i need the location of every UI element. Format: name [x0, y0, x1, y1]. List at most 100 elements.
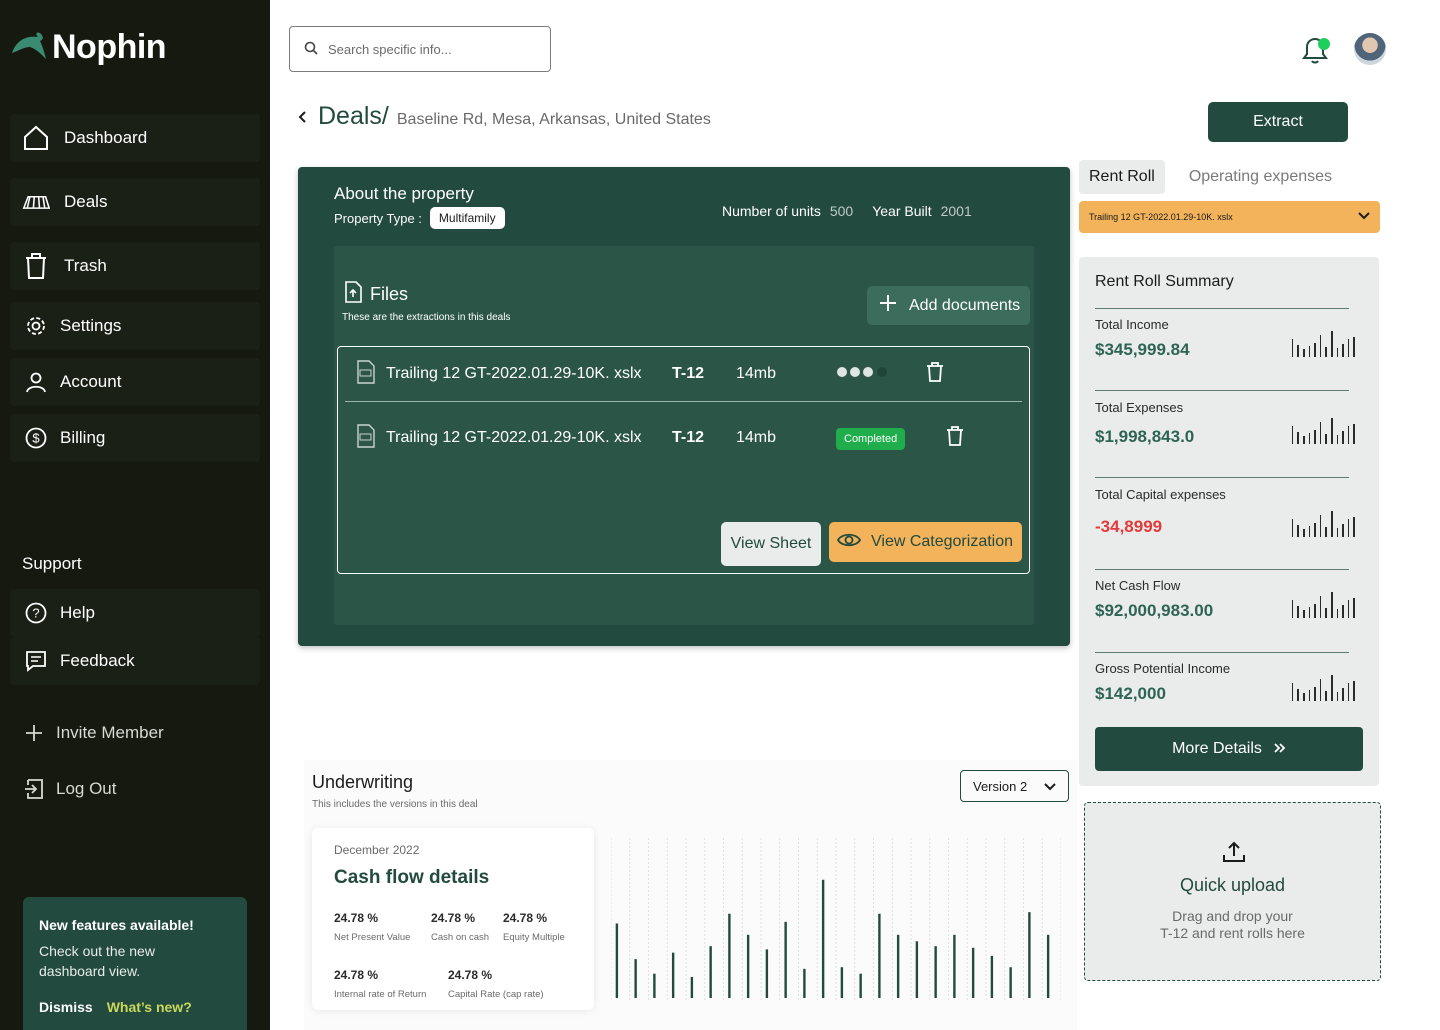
whats-new-link[interactable]: What’s new? [107, 999, 192, 1015]
metric-label: Internal rate of Return [334, 989, 427, 1000]
view-sheet-button[interactable]: View Sheet [721, 522, 821, 566]
property-card: About the property Property Type : Multi… [298, 167, 1070, 646]
sidebar-item-feedback[interactable]: Feedback [10, 637, 260, 685]
chart-bar [728, 913, 731, 998]
plus-icon [879, 294, 897, 317]
avatar[interactable] [1354, 33, 1386, 65]
sidebar-item-trash[interactable]: Trash [10, 242, 260, 290]
status-badge: Completed [836, 428, 906, 450]
sparkline-bar [1342, 688, 1344, 701]
summary-item-total-expenses: Total Expenses $1,998,843.0 [1095, 400, 1355, 447]
metric-label: Net Present Value [334, 932, 411, 943]
help-icon: ? [22, 599, 50, 627]
metric-irr: 24.78 % Internal rate of Return [334, 968, 426, 1000]
extract-button[interactable]: Extract [1208, 102, 1348, 142]
brand-name: Nophin [52, 28, 167, 66]
breadcrumb-deals[interactable]: Deals/ [318, 102, 389, 131]
chart-bar [953, 934, 956, 998]
sparkline-bar [1308, 433, 1311, 444]
quick-upload-title: Quick upload [1179, 875, 1286, 895]
view-categorization-label: View Categorization [871, 533, 1014, 550]
sparkline-bar [1314, 343, 1316, 357]
sparkline-bar [1325, 347, 1328, 357]
back-chevron-icon[interactable] [296, 110, 310, 129]
sidebar-item-deals[interactable]: Deals [10, 178, 260, 226]
delete-icon[interactable] [926, 361, 944, 387]
table-row[interactable]: Trailing 12 GT-2022.01.29-10K. xslx T-12… [346, 411, 1023, 465]
sidebar-item-billing[interactable]: $ Billing [10, 414, 260, 462]
sparkline-bar [1331, 592, 1333, 618]
sidebar-item-label: Feedback [60, 651, 135, 670]
sidebar-item-settings[interactable]: Settings [10, 302, 260, 350]
sidebar-item-dashboard[interactable]: Dashboard [10, 114, 260, 162]
file-select-dropdown[interactable]: Trailing 12 GT-2022.01.29-10K. xslx [1079, 201, 1380, 233]
quick-upload-dropzone[interactable]: Quick upload Drag and drop your T-12 and… [1084, 802, 1381, 981]
chart-bar [634, 959, 637, 998]
file-size: 14mb [736, 365, 777, 382]
sidebar-item-label: Deals [64, 192, 108, 211]
property-type-label: Property Type : [334, 210, 422, 226]
files-table: Trailing 12 GT-2022.01.29-10K. xslx T-12… [337, 346, 1030, 574]
quick-upload-line: Drag and drop your [1172, 908, 1293, 924]
search-box[interactable]: Search specific info... [289, 26, 551, 72]
sidebar-item-label: Settings [60, 316, 122, 335]
row-divider [345, 401, 1022, 402]
sparkline-bar [1303, 610, 1305, 618]
sparkline-bar [1353, 598, 1355, 618]
file-upload-icon [344, 281, 362, 308]
underwriting-section: Underwriting This includes the versions … [304, 760, 1077, 1030]
table-row[interactable]: Trailing 12 GT-2022.01.29-10K. xslx T-12… [346, 347, 1023, 401]
sparkline-bar [1297, 606, 1300, 618]
sparkline-bar [1291, 519, 1294, 537]
sidebar-item-account[interactable]: Account [10, 358, 260, 406]
sparkline-bar [1331, 675, 1333, 701]
add-documents-button[interactable]: Add documents [867, 286, 1030, 325]
chevron-down-icon [1044, 779, 1056, 794]
sparkline-bar [1353, 337, 1355, 357]
sparkline-bar [1342, 431, 1344, 444]
sidebar-item-help[interactable]: ? Help [10, 589, 260, 637]
plus-icon [22, 721, 46, 745]
notifications-button[interactable] [1300, 34, 1334, 71]
view-categorization-button[interactable]: View Categorization [829, 522, 1022, 562]
sparkline-bar [1336, 609, 1339, 618]
file-name: Trailing 12 GT-2022.01.29-10K. xslx [386, 429, 642, 446]
brand-logo[interactable]: Nophin [10, 28, 167, 67]
sparkline-bar [1314, 687, 1316, 701]
metric-cash-on-cash: 24.78 % Cash on cash [431, 911, 489, 943]
year-value: 2001 [940, 203, 972, 219]
sparkline-bar [1291, 426, 1294, 444]
chart-bar [878, 913, 881, 998]
sparkline-bar [1291, 339, 1294, 357]
invite-member-label: Invite Member [56, 723, 164, 742]
dolphin-icon [12, 32, 46, 59]
property-stats: Number of units 500 Year Built 2001 [722, 203, 991, 219]
version-select[interactable]: Version 2 [960, 770, 1069, 802]
bell-icon [1302, 37, 1330, 64]
summary-item-capital-expenses: Total Capital expenses -34,8999 [1095, 487, 1355, 537]
invite-member-button[interactable]: Invite Member [22, 721, 164, 745]
tab-operating-expenses[interactable]: Operating expenses [1179, 160, 1342, 194]
svg-text:?: ? [32, 606, 39, 621]
tab-rent-roll[interactable]: Rent Roll [1079, 160, 1165, 194]
chart-bar [1028, 912, 1031, 998]
sidebar-item-label: Trash [64, 256, 107, 275]
logout-button[interactable]: Log Out [22, 777, 117, 801]
metric-value: 24.78 % [334, 968, 379, 982]
search-input[interactable]: Search specific info... [328, 42, 452, 57]
sidebar: Nophin Dashboard Deals Trash Settings Ac… [0, 0, 270, 1030]
feedback-icon [22, 647, 50, 675]
delete-icon[interactable] [946, 425, 964, 451]
sparkline-bar [1303, 693, 1305, 701]
more-details-button[interactable]: More Details [1095, 727, 1363, 771]
gear-icon [22, 312, 50, 340]
sparkline-bar [1303, 436, 1305, 444]
trash-icon [22, 252, 50, 280]
sparkline-bar [1342, 524, 1344, 537]
sparkline [1291, 418, 1355, 444]
dismiss-link[interactable]: Dismiss [39, 999, 93, 1015]
dollar-icon: $ [22, 424, 50, 452]
sparkline-bar [1347, 519, 1350, 537]
sparkline-bar [1347, 339, 1350, 357]
sparkline [1291, 331, 1355, 357]
